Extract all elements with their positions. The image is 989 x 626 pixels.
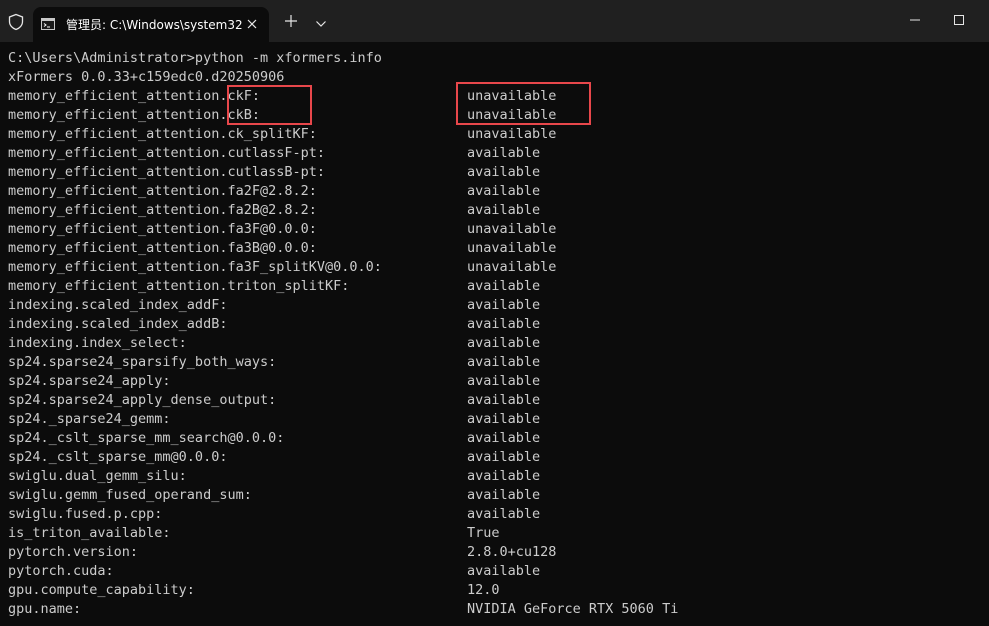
row-value: True <box>467 525 500 541</box>
row-value: available <box>467 468 541 484</box>
row-key: indexing.index_select: <box>8 335 187 351</box>
tab-terminal[interactable]: 管理员: C:\Windows\system32 <box>33 7 269 42</box>
row-key: sp24.sparse24_sparsify_both_ways: <box>8 354 277 370</box>
row-key: gpu.compute_capability: <box>8 582 195 598</box>
row-key: gpu.name: <box>8 601 82 617</box>
row-value: available <box>467 430 541 446</box>
row-value: available <box>467 316 541 332</box>
shield-icon[interactable] <box>7 13 25 31</box>
terminal-icon <box>41 17 55 30</box>
title-bar[interactable]: 管理员: C:\Windows\system32 <box>0 0 989 42</box>
row-value: available <box>467 487 541 503</box>
row-key: sp24._sparse24_gemm: <box>8 411 171 427</box>
row-value: NVIDIA GeForce RTX 5060 Ti <box>467 601 679 617</box>
row-value: available <box>467 145 541 161</box>
minimize-icon[interactable] <box>892 0 938 40</box>
command-line: C:\Users\Administrator>python -m xformer… <box>8 50 382 66</box>
row-value: unavailable <box>467 240 557 256</box>
row-key: sp24.sparse24_apply: <box>8 373 171 389</box>
row-key: swiglu.gemm_fused_operand_sum: <box>8 487 252 503</box>
maximize-icon[interactable] <box>938 0 984 40</box>
plus-icon[interactable] <box>283 13 299 29</box>
row-value: available <box>467 563 541 579</box>
row-key: is_triton_available: <box>8 525 171 541</box>
row-key: swiglu.dual_gemm_silu: <box>8 468 187 484</box>
row-value: unavailable <box>467 126 557 142</box>
row-value: available <box>467 392 541 408</box>
highlight-box-keys <box>227 85 312 125</box>
row-key: memory_efficient_attention.cutlassB-pt: <box>8 164 325 180</box>
row-value: available <box>467 164 541 180</box>
row-value: available <box>467 297 541 313</box>
row-value: available <box>467 373 541 389</box>
row-key: memory_efficient_attention.fa3F@0.0.0: <box>8 221 317 237</box>
row-value: available <box>467 183 541 199</box>
row-value: available <box>467 449 541 465</box>
row-key: memory_efficient_attention.ckB: <box>8 107 260 123</box>
row-key: sp24._cslt_sparse_mm_search@0.0.0: <box>8 430 285 446</box>
row-key: memory_efficient_attention.ckF: <box>8 88 260 104</box>
row-key: sp24._cslt_sparse_mm@0.0.0: <box>8 449 228 465</box>
tab-title: 管理员: C:\Windows\system32 <box>66 18 243 32</box>
terminal-window: 管理员: C:\Windows\system32 C:\Users\Admini… <box>0 0 989 626</box>
row-key: memory_efficient_attention.ck_splitKF: <box>8 126 317 142</box>
row-value: available <box>467 411 541 427</box>
row-key: pytorch.cuda: <box>8 563 114 579</box>
row-key: memory_efficient_attention.fa2F@2.8.2: <box>8 183 317 199</box>
row-value: unavailable <box>467 259 557 275</box>
row-key: memory_efficient_attention.fa2B@2.8.2: <box>8 202 317 218</box>
terminal-output[interactable]: C:\Users\Administrator>python -m xformer… <box>0 42 989 626</box>
row-value: 2.8.0+cu128 <box>467 544 557 560</box>
row-key: memory_efficient_attention.fa3F_splitKV@… <box>8 259 382 275</box>
row-value: available <box>467 354 541 370</box>
row-key: memory_efficient_attention.cutlassF-pt: <box>8 145 325 161</box>
close-icon[interactable] <box>245 17 259 31</box>
row-value: unavailable <box>467 221 557 237</box>
row-value: 12.0 <box>467 582 500 598</box>
row-key: swiglu.fused.p.cpp: <box>8 506 163 522</box>
row-key: pytorch.version: <box>8 544 139 560</box>
row-key: indexing.scaled_index_addF: <box>8 297 228 313</box>
row-value: available <box>467 506 541 522</box>
row-key: memory_efficient_attention.triton_splitK… <box>8 278 350 294</box>
row-value: available <box>467 278 541 294</box>
row-key: memory_efficient_attention.fa3B@0.0.0: <box>8 240 317 256</box>
chevron-down-icon[interactable] <box>315 16 327 27</box>
row-key: sp24.sparse24_apply_dense_output: <box>8 392 277 408</box>
row-value: available <box>467 335 541 351</box>
highlight-box-values <box>456 82 591 125</box>
row-key: indexing.scaled_index_addB: <box>8 316 228 332</box>
row-value: available <box>467 202 541 218</box>
